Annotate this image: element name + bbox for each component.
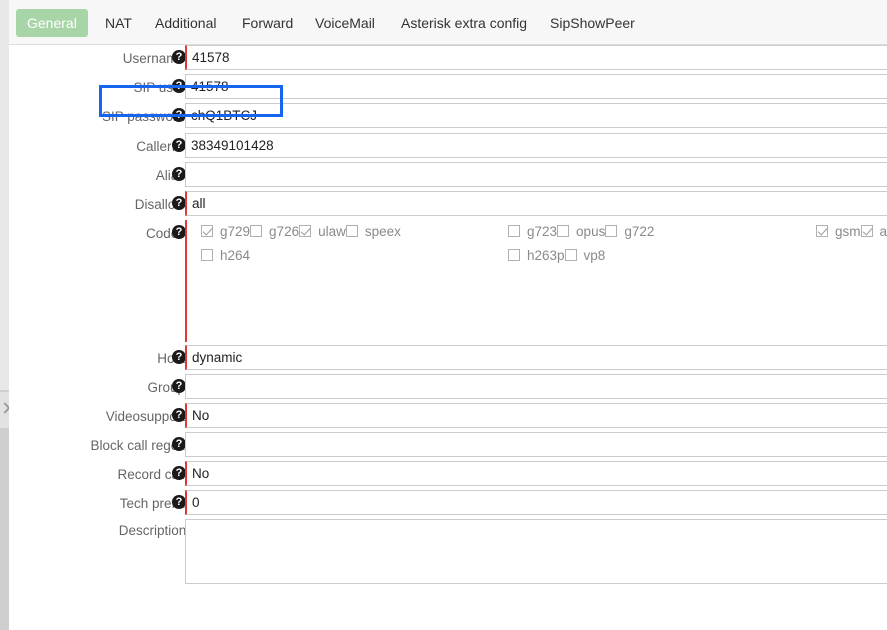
help-icon[interactable]: ? [172, 225, 186, 239]
description-label: Description: [119, 519, 190, 545]
input-group[interactable] [185, 374, 887, 399]
form-row: Alias? [9, 162, 887, 191]
codec-label: h263p [527, 248, 565, 263]
help-icon[interactable]: ? [172, 350, 186, 364]
input-tech-prefix[interactable] [185, 490, 887, 515]
form-row: CallerID? [9, 133, 887, 162]
help-icon[interactable]: ? [172, 50, 186, 64]
help-icon[interactable]: ? [172, 108, 186, 122]
checkbox-checked-icon[interactable] [816, 225, 828, 237]
input-sip-user[interactable] [185, 74, 887, 99]
checkbox-icon[interactable] [346, 225, 358, 237]
codec-column: g723 opus g722 h263p vp8 [508, 220, 708, 268]
input-host[interactable] [185, 345, 887, 370]
form-row: Host? [9, 345, 887, 374]
help-icon[interactable]: ? [172, 167, 186, 181]
form-row: Block call regex? [9, 432, 887, 461]
sidebar-collapse-handle[interactable] [0, 392, 9, 428]
codec-row: Codec?g729g726ulawspeexh264g723opusg722h… [9, 220, 887, 342]
checkbox-icon[interactable] [557, 225, 569, 237]
general-settings-form: Username?SIP user?SIP password?CallerID?… [9, 45, 887, 630]
help-icon[interactable]: ? [172, 495, 186, 509]
checkbox-icon[interactable] [565, 249, 577, 261]
tab-bar: GeneralNATAdditionalForwardVoiceMailAste… [9, 0, 887, 45]
codec-label: opus [576, 224, 605, 239]
description-textarea[interactable] [185, 519, 887, 584]
codec-label: alaw [880, 224, 887, 239]
codec-label: speex [365, 224, 401, 239]
help-icon[interactable]: ? [172, 466, 186, 480]
checkbox-checked-icon[interactable] [201, 225, 213, 237]
codec-label: g723 [527, 224, 557, 239]
codec-label: g722 [624, 224, 654, 239]
left-rail-upper-section [0, 0, 9, 390]
codec-column: g729 g726 ulaw speex h264 [201, 220, 401, 268]
checkbox-icon[interactable] [605, 225, 617, 237]
codec-checkbox-g723[interactable]: g723 [508, 224, 557, 239]
tab-general[interactable]: General [16, 9, 88, 37]
field-label: Block call regex [90, 432, 185, 461]
input-record-call[interactable] [185, 461, 887, 486]
input-alias[interactable] [185, 162, 887, 187]
codec-label: ulaw [318, 224, 346, 239]
checkbox-checked-icon[interactable] [861, 225, 873, 237]
codec-checkbox-group: g729 g726 ulaw speex h264 g723 opus g722 h263p vp… [185, 220, 887, 342]
checkbox-icon[interactable] [250, 225, 262, 237]
codec-checkbox-opus[interactable]: opus [557, 224, 605, 239]
description-row: Description: [9, 519, 887, 584]
input-block-call-regex[interactable] [185, 432, 887, 457]
tab-sipshowpeer[interactable]: SipShowPeer [539, 9, 646, 37]
help-icon[interactable]: ? [172, 437, 186, 451]
codec-checkbox-g726[interactable]: g726 [250, 224, 299, 239]
help-icon[interactable]: ? [172, 408, 186, 422]
tab-forward[interactable]: Forward [231, 9, 304, 37]
form-row: SIP password? [9, 103, 887, 132]
input-disallow[interactable] [185, 191, 887, 216]
checkbox-icon[interactable] [201, 249, 213, 261]
tab-asterisk-extra-config[interactable]: Asterisk extra config [390, 9, 538, 37]
codec-label: g729 [220, 224, 250, 239]
codec-label: g726 [269, 224, 299, 239]
tab-nat[interactable]: NAT [94, 9, 143, 37]
checkbox-checked-icon[interactable] [299, 225, 311, 237]
checkbox-icon[interactable] [508, 249, 520, 261]
codec-label: gsm [835, 224, 861, 239]
codec-checkbox-h264[interactable]: h264 [201, 248, 250, 263]
tab-additional[interactable]: Additional [144, 9, 228, 37]
codec-checkbox-speex[interactable]: speex [346, 224, 401, 239]
help-icon[interactable]: ? [172, 138, 186, 152]
help-icon[interactable]: ? [172, 379, 186, 393]
left-collapse-rail [0, 0, 9, 630]
form-row: Tech prefix? [9, 490, 887, 519]
form-row: Videosupport? [9, 403, 887, 432]
codec-column: gsmalawilbch263 [816, 220, 887, 244]
input-username[interactable] [185, 45, 887, 70]
codec-checkbox-g722[interactable]: g722 [605, 224, 654, 239]
codec-label: h264 [220, 248, 250, 263]
input-sip-password[interactable] [185, 103, 887, 128]
form-row: Username? [9, 45, 887, 74]
codec-checkbox-h263p[interactable]: h263p [508, 248, 565, 263]
codec-checkbox-alaw[interactable]: alaw [861, 224, 887, 239]
codec-checkbox-ulaw[interactable]: ulaw [299, 224, 346, 239]
form-row: Disallow? [9, 191, 887, 220]
form-row: Record call? [9, 461, 887, 490]
codec-checkbox-gsm[interactable]: gsm [816, 224, 861, 239]
help-icon[interactable]: ? [172, 196, 186, 210]
form-row: Group? [9, 374, 887, 403]
checkbox-icon[interactable] [508, 225, 520, 237]
tab-voicemail[interactable]: VoiceMail [304, 9, 386, 37]
help-icon[interactable]: ? [172, 79, 186, 93]
codec-checkbox-vp8[interactable]: vp8 [565, 248, 606, 263]
form-row: SIP user? [9, 74, 887, 103]
input-callerid[interactable] [185, 133, 887, 158]
codec-label: vp8 [584, 248, 606, 263]
input-videosupport[interactable] [185, 403, 887, 428]
codec-checkbox-g729[interactable]: g729 [201, 224, 250, 239]
